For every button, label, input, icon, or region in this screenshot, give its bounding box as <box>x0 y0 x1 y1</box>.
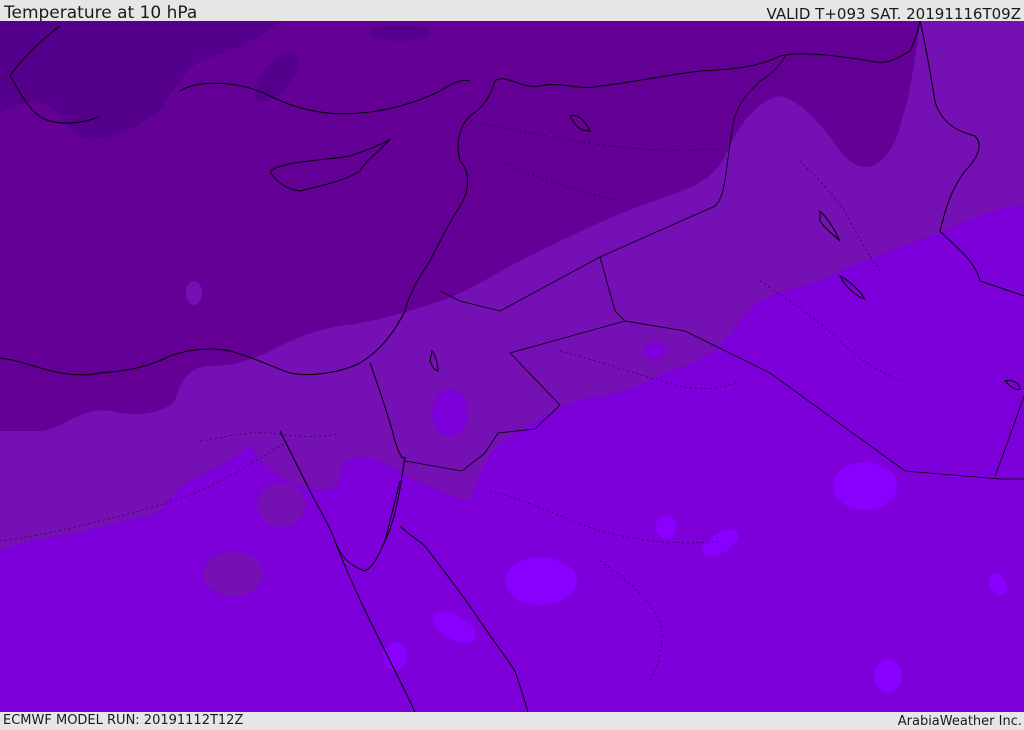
warm-pocket <box>432 389 468 437</box>
map-canvas <box>0 21 1024 712</box>
warm-pocket <box>656 515 676 539</box>
warm-pocket <box>203 552 263 596</box>
cold-pocket <box>186 281 202 305</box>
temperature-map <box>0 21 1024 712</box>
warm-pocket <box>383 642 407 670</box>
warm-pocket <box>833 462 897 510</box>
credit-text: ArabiaWeather Inc. <box>897 714 1022 729</box>
header-bar: Temperature at 10 hPa VALID T+093 SAT. 2… <box>0 0 1024 23</box>
footer-bar: ECMWF MODEL RUN: 20191112T12Z ArabiaWeat… <box>0 712 1024 729</box>
warm-pocket <box>643 343 667 359</box>
warm-pocket <box>874 658 902 694</box>
model-run: ECMWF MODEL RUN: 20191112T12Z <box>3 713 244 728</box>
map-title: Temperature at 10 hPa <box>4 3 198 23</box>
warm-pocket <box>257 483 305 527</box>
warm-pocket <box>505 557 577 605</box>
cold-pocket-aegean <box>370 25 430 41</box>
